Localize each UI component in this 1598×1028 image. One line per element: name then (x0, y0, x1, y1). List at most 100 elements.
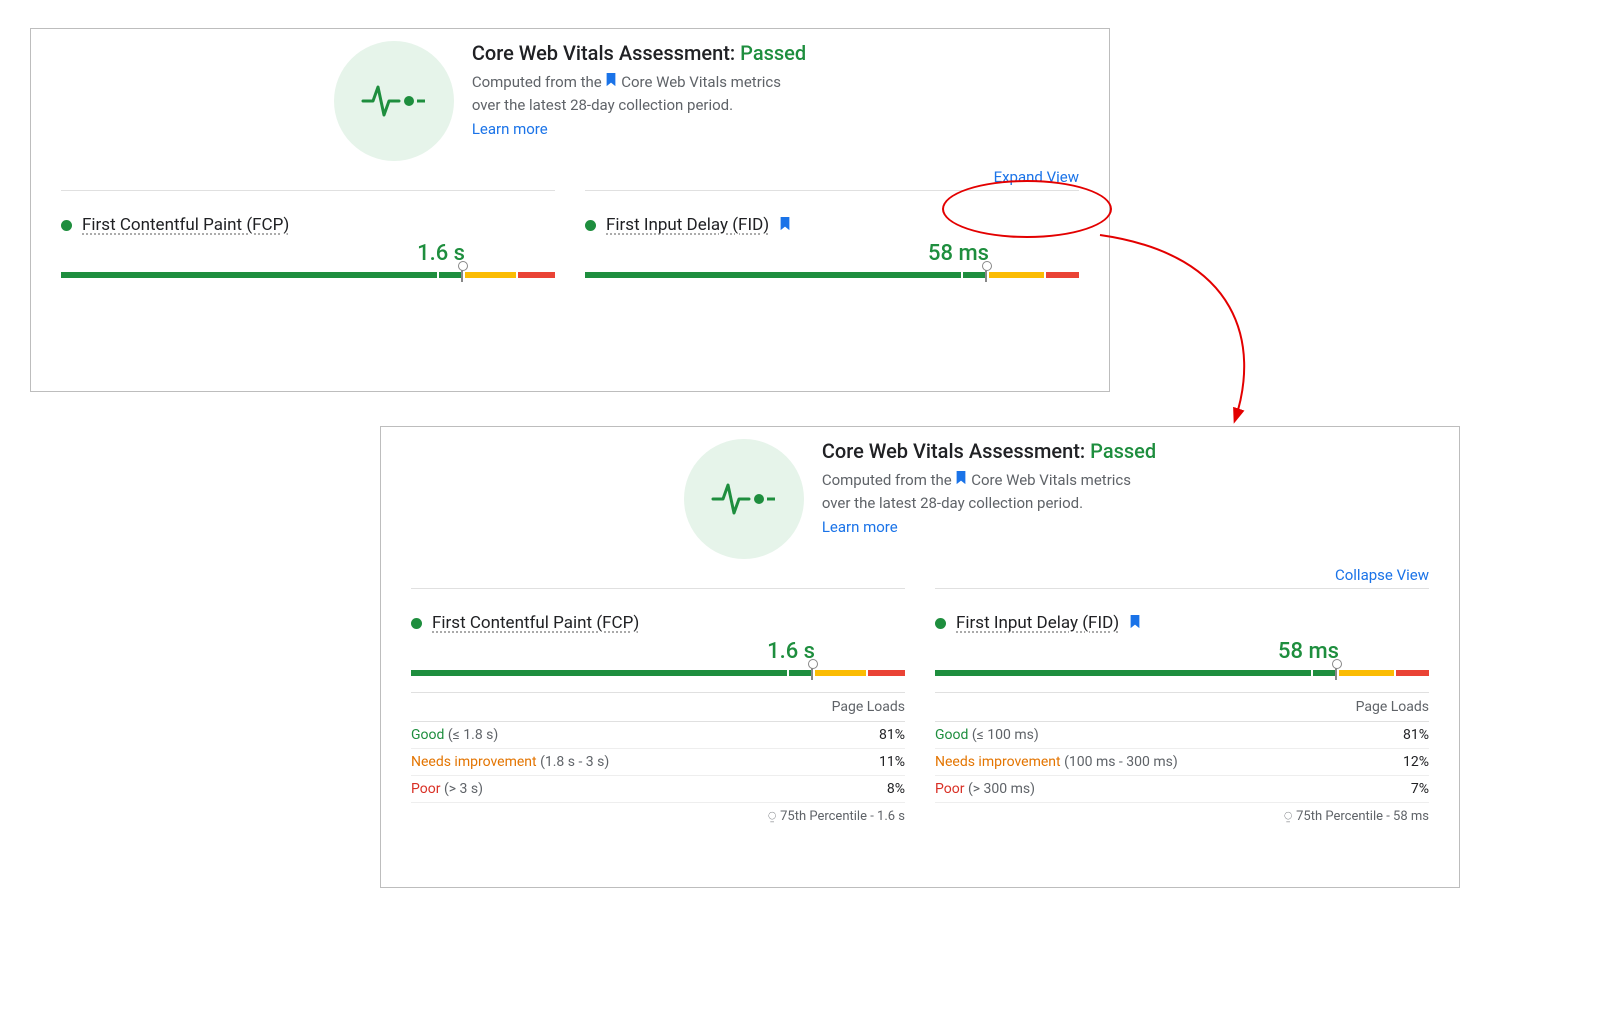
pct-ni: 11% (879, 754, 905, 770)
pct-poor: 8% (887, 781, 905, 797)
cwv-panel-expanded: Core Web Vitals Assessment: Passed Compu… (380, 426, 1460, 888)
learn-more-link[interactable]: Learn more (822, 518, 898, 536)
seg-good (935, 670, 1311, 676)
row-good: Good (≤ 100 ms) 81% (935, 722, 1429, 749)
assessment-description: Computed from the Core Web Vitals metric… (472, 71, 792, 116)
seg-ni (815, 670, 866, 676)
metric-name-fid[interactable]: First Input Delay (FID) (606, 215, 769, 235)
expand-row: Expand View (31, 161, 1109, 190)
metric-fcp: First Contentful Paint (FCP) 1.6 s Page … (411, 588, 905, 824)
seg-poor (1396, 670, 1429, 676)
assessment-header: Core Web Vitals Assessment: Passed Compu… (31, 29, 1109, 161)
status-dot-icon (61, 220, 72, 231)
cat-good: Good (935, 727, 968, 743)
seg-good (411, 670, 787, 676)
row-ni: Needs improvement (1.8 s - 3 s) 11% (411, 749, 905, 776)
distribution-bar-fcp (411, 670, 905, 676)
pct-good: 81% (1403, 727, 1429, 743)
metric-value-fcp: 1.6 s (61, 241, 555, 266)
page-loads-header: Page Loads (411, 693, 905, 722)
breakdown-fid: Page Loads Good (≤ 100 ms) 81% Needs imp… (935, 692, 1429, 824)
cat-ni: Needs improvement (411, 754, 537, 770)
title-prefix: Core Web Vitals Assessment: (472, 41, 740, 65)
desc-pre: Computed from the (472, 73, 606, 91)
bookmark-icon (779, 216, 791, 235)
assessment-status: Passed (740, 41, 806, 65)
marker-icon (461, 266, 463, 284)
seg-ni (465, 272, 516, 278)
cat-ni: Needs improvement (935, 754, 1061, 770)
breakdown-fcp: Page Loads Good (≤ 1.8 s) 81% Needs impr… (411, 692, 905, 824)
pct-prefix: 75th Percentile - (1296, 809, 1393, 824)
metrics-row: First Contentful Paint (FCP) 1.6 s First… (31, 190, 1109, 278)
metric-fcp: First Contentful Paint (FCP) 1.6 s (61, 190, 555, 278)
desc-pre: Computed from the (822, 471, 956, 489)
seg-good-tail (963, 272, 986, 278)
seg-poor (1046, 272, 1079, 278)
page-loads-header: Page Loads (935, 693, 1429, 722)
collapse-view-link[interactable]: Collapse View (1335, 566, 1429, 584)
cat-good: Good (411, 727, 444, 743)
pct-prefix: 75th Percentile - (780, 809, 877, 824)
metric-name-fid[interactable]: First Input Delay (FID) (956, 613, 1119, 633)
assessment-title: Core Web Vitals Assessment: Passed (472, 41, 806, 65)
cat-poor: Poor (935, 781, 964, 797)
assessment-text: Core Web Vitals Assessment: Passed Compu… (472, 41, 806, 161)
range-poor: (> 3 s) (444, 781, 483, 797)
bookmark-icon (955, 471, 971, 489)
status-dot-icon (411, 618, 422, 629)
title-prefix: Core Web Vitals Assessment: (822, 439, 1090, 463)
key-icon: ⍜ (768, 809, 776, 824)
status-dot-icon (585, 220, 596, 231)
percentile-fcp: ⍜ 75th Percentile - 1.6 s (411, 803, 905, 824)
vitals-icon (684, 439, 804, 559)
assessment-text: Core Web Vitals Assessment: Passed Compu… (822, 439, 1156, 559)
assessment-status: Passed (1090, 439, 1156, 463)
distribution-bar-fid (935, 670, 1429, 676)
cat-poor: Poor (411, 781, 440, 797)
distribution-bar-fcp (61, 272, 555, 278)
percentile-fid: ⍜ 75th Percentile - 58 ms (935, 803, 1429, 824)
metrics-row: First Contentful Paint (FCP) 1.6 s Page … (381, 588, 1459, 824)
range-good: (≤ 100 ms) (972, 727, 1039, 743)
pct-poor: 7% (1411, 781, 1429, 797)
range-good: (≤ 1.8 s) (448, 727, 498, 743)
row-poor: Poor (> 3 s) 8% (411, 776, 905, 803)
metric-name-fcp[interactable]: First Contentful Paint (FCP) (82, 215, 289, 235)
marker-icon (985, 266, 987, 284)
marker-icon (811, 664, 813, 682)
collapse-row: Collapse View (381, 559, 1459, 588)
vitals-icon (334, 41, 454, 161)
metric-value-fcp: 1.6 s (411, 639, 905, 664)
key-icon: ⍜ (1284, 809, 1292, 824)
metric-fid: First Input Delay (FID) 58 ms Page Loads… (935, 588, 1429, 824)
bookmark-icon (1129, 614, 1141, 633)
pct-ni: 12% (1403, 754, 1429, 770)
status-dot-icon (935, 618, 946, 629)
range-ni: (100 ms - 300 ms) (1064, 754, 1178, 770)
metric-fid: First Input Delay (FID) 58 ms (585, 190, 1079, 278)
assessment-header: Core Web Vitals Assessment: Passed Compu… (381, 427, 1459, 559)
metric-name-fcp[interactable]: First Contentful Paint (FCP) (432, 613, 639, 633)
cwv-panel-collapsed: Core Web Vitals Assessment: Passed Compu… (30, 28, 1110, 392)
assessment-title: Core Web Vitals Assessment: Passed (822, 439, 1156, 463)
marker-icon (1335, 664, 1337, 682)
pct-value: 58 ms (1393, 809, 1429, 824)
range-poor: (> 300 ms) (968, 781, 1035, 797)
seg-poor (868, 670, 905, 676)
seg-good (61, 272, 437, 278)
seg-good (585, 272, 961, 278)
pct-value: 1.6 s (877, 809, 905, 824)
range-ni: (1.8 s - 3 s) (540, 754, 609, 770)
seg-ni (989, 272, 1045, 278)
metric-value-fid: 58 ms (935, 639, 1429, 664)
bookmark-icon (605, 73, 621, 91)
assessment-description: Computed from the Core Web Vitals metric… (822, 469, 1142, 514)
seg-good-tail (789, 670, 812, 676)
seg-good-tail (439, 272, 462, 278)
pct-good: 81% (879, 727, 905, 743)
expand-view-link[interactable]: Expand View (994, 168, 1079, 186)
learn-more-link[interactable]: Learn more (472, 120, 548, 138)
distribution-bar-fid (585, 272, 1079, 278)
row-poor: Poor (> 300 ms) 7% (935, 776, 1429, 803)
